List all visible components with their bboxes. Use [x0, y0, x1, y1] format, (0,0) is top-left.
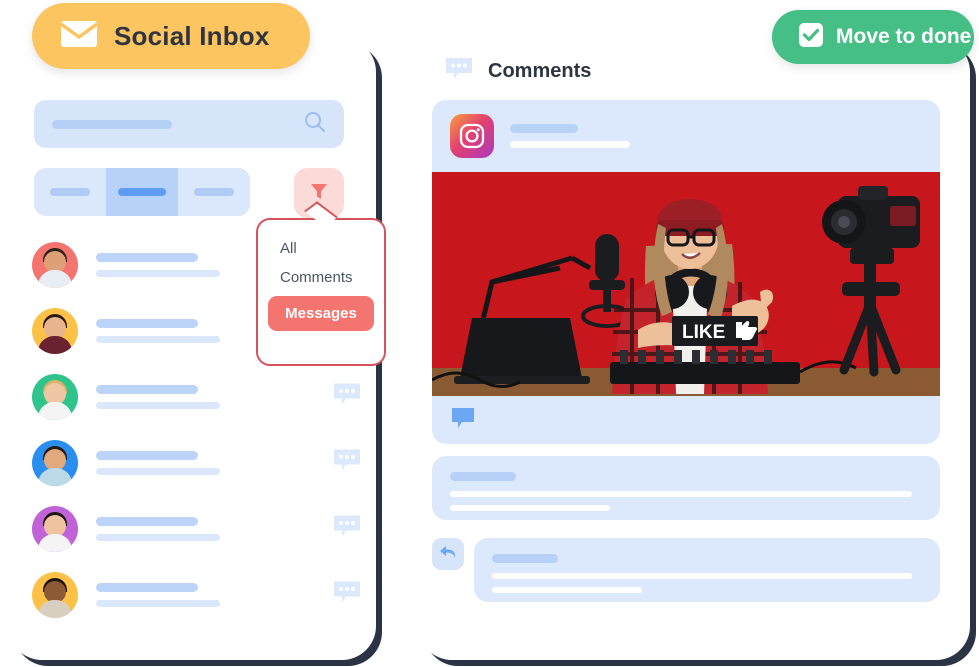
filter-dropdown-menu[interactable]: All Comments Messages	[256, 218, 386, 366]
tab-3-label	[194, 188, 234, 196]
tab-2-label	[118, 188, 166, 196]
list-item[interactable]	[32, 496, 362, 562]
reply-arrow-icon	[439, 544, 457, 565]
comment-author-placeholder	[492, 554, 558, 563]
chat-bubble-dots-icon	[444, 56, 474, 87]
chat-bubble-dots-icon[interactable]	[332, 382, 362, 413]
avatar	[32, 308, 78, 354]
list-item-text	[96, 517, 220, 541]
tab-1[interactable]	[34, 168, 106, 216]
list-item-text	[96, 319, 220, 343]
filter-tabs[interactable]	[34, 168, 250, 216]
list-item[interactable]	[32, 430, 362, 496]
tab-3[interactable]	[178, 168, 250, 216]
tab-2[interactable]	[106, 168, 178, 216]
comment-text-line	[450, 505, 610, 511]
search-icon[interactable]	[304, 111, 326, 138]
post-image: LIKE	[432, 172, 940, 396]
tab-1-label	[50, 188, 90, 196]
avatar	[32, 506, 78, 552]
list-item[interactable]	[32, 364, 362, 430]
chat-bubble-dots-icon[interactable]	[332, 448, 362, 479]
comment-1[interactable]	[432, 456, 940, 520]
list-item-text	[96, 583, 220, 607]
post-footer	[432, 396, 940, 444]
comment-text-line	[492, 587, 642, 593]
post-author-placeholder	[510, 124, 630, 148]
chat-bubble-dots-icon[interactable]	[332, 514, 362, 545]
envelope-icon	[59, 20, 99, 53]
search-input[interactable]	[34, 100, 344, 148]
post-header	[432, 100, 940, 172]
comments-header: Comments	[444, 56, 591, 87]
list-item[interactable]	[32, 562, 362, 628]
avatar	[32, 440, 78, 486]
social-inbox-badge[interactable]: Social Inbox	[32, 3, 310, 69]
search-placeholder-bar	[52, 119, 172, 129]
list-item-text	[96, 385, 220, 409]
page-title: Comments	[488, 60, 592, 82]
comment-text-line	[492, 573, 912, 579]
move-to-done-button[interactable]: Move to done	[772, 10, 974, 64]
social-inbox-label: Social Inbox	[114, 20, 270, 51]
dropdown-item-all[interactable]: All	[258, 234, 384, 263]
reply-button[interactable]	[432, 538, 464, 570]
comment-2[interactable]	[474, 538, 940, 602]
svg-text:LIKE: LIKE	[682, 322, 725, 343]
chat-bubble-dots-icon[interactable]	[332, 580, 362, 611]
dropdown-item-messages[interactable]: Messages	[268, 296, 374, 331]
avatar	[32, 572, 78, 618]
list-item-text	[96, 253, 220, 277]
checkbox-checked-icon	[798, 22, 824, 53]
chat-bubble-icon[interactable]	[450, 406, 476, 435]
avatar	[32, 374, 78, 420]
dropdown-item-comments[interactable]: Comments	[258, 263, 384, 292]
avatar	[32, 242, 78, 288]
comment-text-line	[450, 491, 912, 497]
list-item-text	[96, 451, 220, 475]
comment-author-placeholder	[450, 472, 516, 481]
move-to-done-label: Move to done	[836, 25, 972, 48]
instagram-icon	[450, 114, 494, 158]
